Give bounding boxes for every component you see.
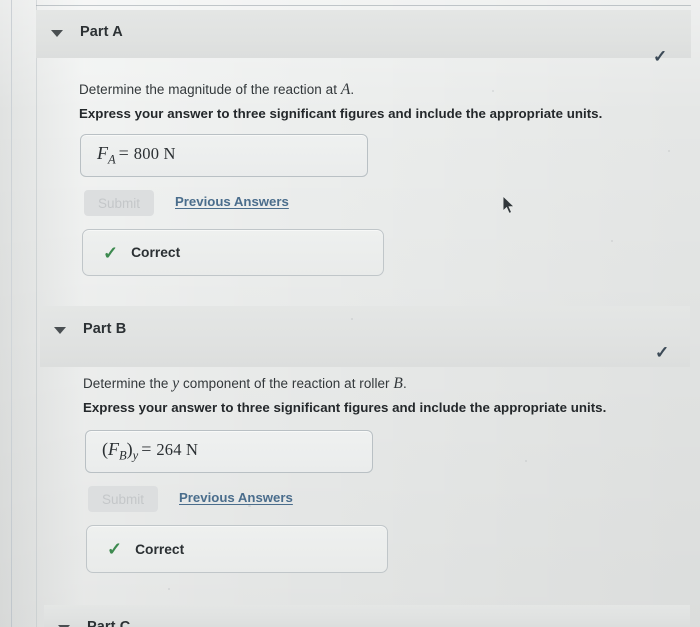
part-b-feedback-label: Correct: [135, 541, 185, 557]
part-b-toggle[interactable]: Part B: [54, 321, 174, 341]
noise-speck: [611, 240, 613, 242]
part-b-prompt-post: .: [402, 376, 407, 391]
part-c-toggle[interactable]: Part C: [58, 619, 178, 627]
part-a-answer-input[interactable]: FA = 800 N: [80, 134, 368, 177]
green-checkmark-icon: ✓: [103, 242, 119, 263]
part-b-answer-input[interactable]: (FB)y = 264 N: [85, 430, 373, 473]
caret-down-icon: [51, 30, 63, 37]
part-b-answer-value: 264 N: [156, 440, 199, 460]
part-b-feedback-box: ✓ Correct: [86, 525, 388, 573]
noise-speck: [351, 318, 353, 320]
page-gutter-line: [11, 0, 12, 627]
part-b-label: Part B: [83, 321, 127, 337]
part-a-prompt-post: .: [350, 82, 355, 97]
green-checkmark-icon: ✓: [107, 539, 123, 559]
part-b-answer-expression: (FB)y = 264 N: [102, 439, 198, 463]
part-a-submit-button[interactable]: Submit: [84, 190, 154, 216]
part-a-feedback-box: ✓ Correct: [82, 229, 384, 276]
assignment-page: Part A ✓ Determine the magnitude of the …: [0, 0, 700, 627]
noise-speck: [492, 90, 494, 92]
part-a-instruction: Express your answer to three significant…: [79, 106, 603, 121]
noise-speck: [248, 505, 251, 507]
part-b-prompt: Determine the y component of the reactio…: [83, 375, 407, 393]
part-a-prompt: Determine the magnitude of the reaction …: [79, 81, 354, 99]
caret-down-icon: [54, 327, 66, 334]
part-a-previous-answers-link[interactable]: Previous Answers: [175, 194, 289, 209]
part-b-previous-answers-link[interactable]: Previous Answers: [179, 490, 293, 505]
part-a-answer-value: 800 N: [133, 144, 176, 164]
part-a-answer-expression: FA = 800 N: [97, 143, 176, 167]
part-a-status-checkmark-icon: ✓: [653, 47, 668, 66]
part-a-label: Part A: [80, 24, 123, 40]
content-left-rule: [36, 0, 37, 627]
part-a-answer-subscript: A: [108, 152, 116, 167]
part-b-status-checkmark-icon: ✓: [655, 343, 670, 362]
part-b-answer-symbol: F: [108, 439, 119, 460]
part-a-prompt-variable: A: [340, 81, 351, 98]
part-b-prompt-mid: component of the reaction at roller: [179, 376, 394, 391]
part-b-answer-equals: =: [141, 439, 152, 460]
noise-speck: [168, 588, 170, 590]
part-c-label: Part C: [87, 619, 131, 627]
part-b-submit-button[interactable]: Submit: [88, 486, 158, 512]
noise-speck: [525, 460, 527, 462]
part-b-prompt-variable-2: B: [393, 375, 403, 392]
part-a-toggle[interactable]: Part A: [51, 24, 171, 44]
part-a-prompt-pre: Determine the magnitude of the reaction …: [79, 82, 341, 97]
part-b-prompt-pre: Determine the: [83, 376, 173, 391]
part-a-answer-symbol: F: [97, 143, 108, 164]
part-a-answer-equals: =: [118, 143, 129, 164]
part-a-feedback-label: Correct: [131, 245, 181, 260]
noise-speck: [668, 150, 670, 152]
part-b-answer-subscript: B: [119, 448, 127, 463]
mouse-pointer-icon: [503, 196, 516, 214]
part-b-instruction: Express your answer to three significant…: [83, 400, 607, 415]
top-divider: [36, 5, 691, 6]
